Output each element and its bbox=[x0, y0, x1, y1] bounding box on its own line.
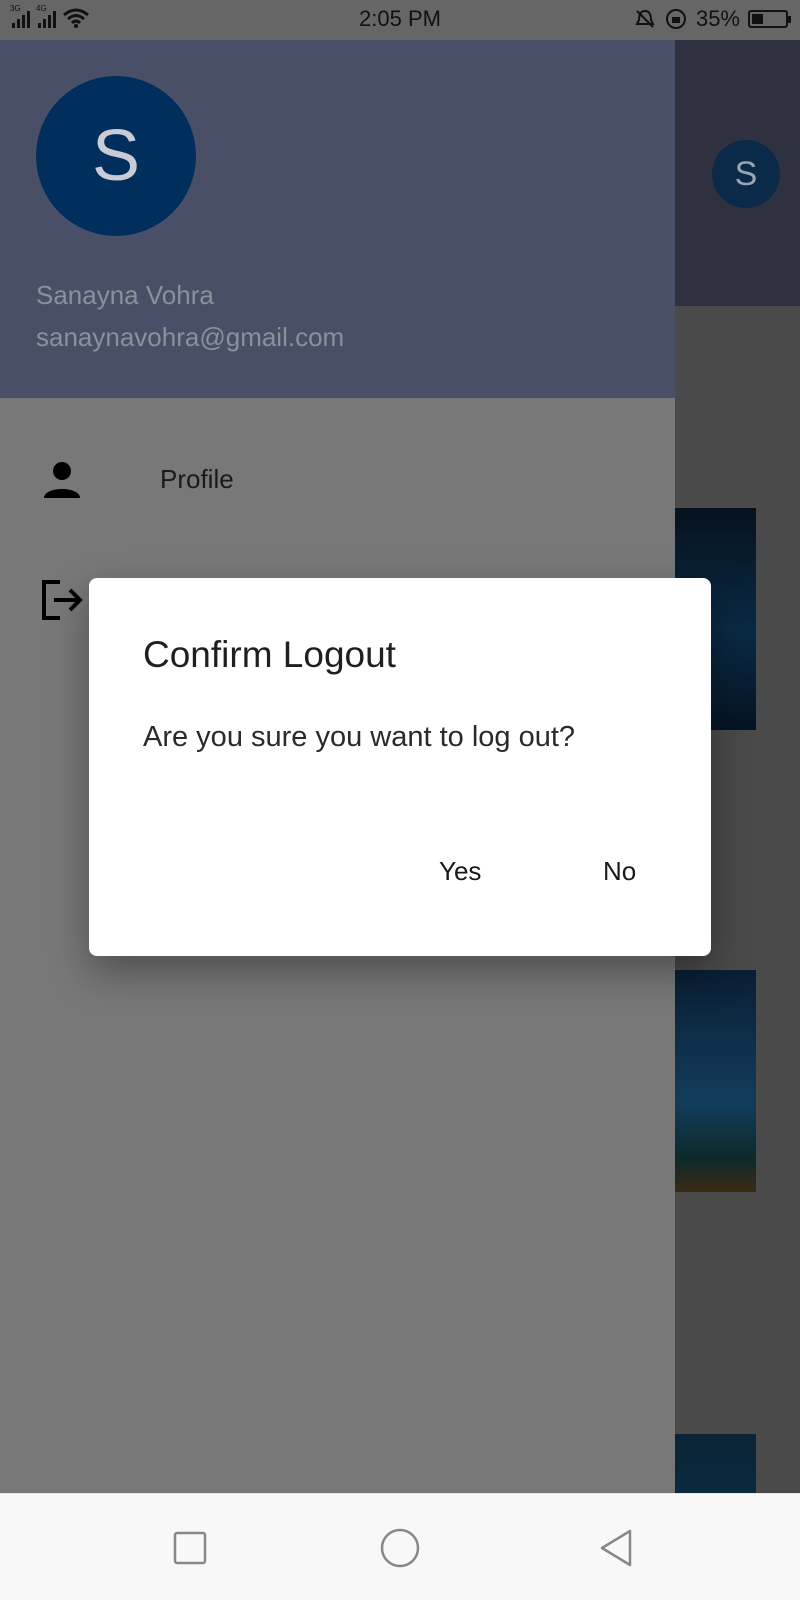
recents-icon[interactable] bbox=[170, 1528, 210, 1568]
battery-fill bbox=[752, 14, 764, 24]
avatar: S bbox=[36, 76, 196, 236]
person-icon bbox=[44, 462, 80, 498]
notifications-off-icon bbox=[635, 9, 655, 28]
battery-icon bbox=[748, 10, 791, 28]
alarm-icon bbox=[665, 9, 686, 29]
yes-button[interactable]: Yes bbox=[439, 856, 481, 887]
user-name: Sanayna Vohra bbox=[36, 280, 214, 310]
status-bar: 3G 4G 2:05 PM 35% bbox=[0, 0, 800, 40]
confirm-logout-dialog: Confirm Logout Are you sure you want to … bbox=[89, 578, 711, 956]
user-email: sanaynavohra@gmail.com bbox=[36, 322, 345, 352]
dialog-message: Are you sure you want to log out? bbox=[143, 721, 576, 753]
main-avatar[interactable]: S bbox=[712, 140, 780, 208]
status-icons-right: 35% bbox=[634, 6, 791, 32]
no-button[interactable]: No bbox=[603, 856, 636, 887]
logout-icon bbox=[42, 580, 83, 620]
home-icon[interactable] bbox=[380, 1528, 420, 1568]
drawer-item-label: Profile bbox=[160, 464, 234, 494]
system-nav-bar bbox=[0, 1493, 800, 1600]
dialog-title: Confirm Logout bbox=[143, 634, 396, 675]
battery-percent: 35% bbox=[695, 6, 740, 31]
drawer-item-profile[interactable]: Profile bbox=[0, 428, 675, 528]
back-icon[interactable] bbox=[596, 1528, 636, 1568]
drawer-header: S Sanayna Vohra sanaynavohra@gmail.com bbox=[0, 40, 675, 398]
